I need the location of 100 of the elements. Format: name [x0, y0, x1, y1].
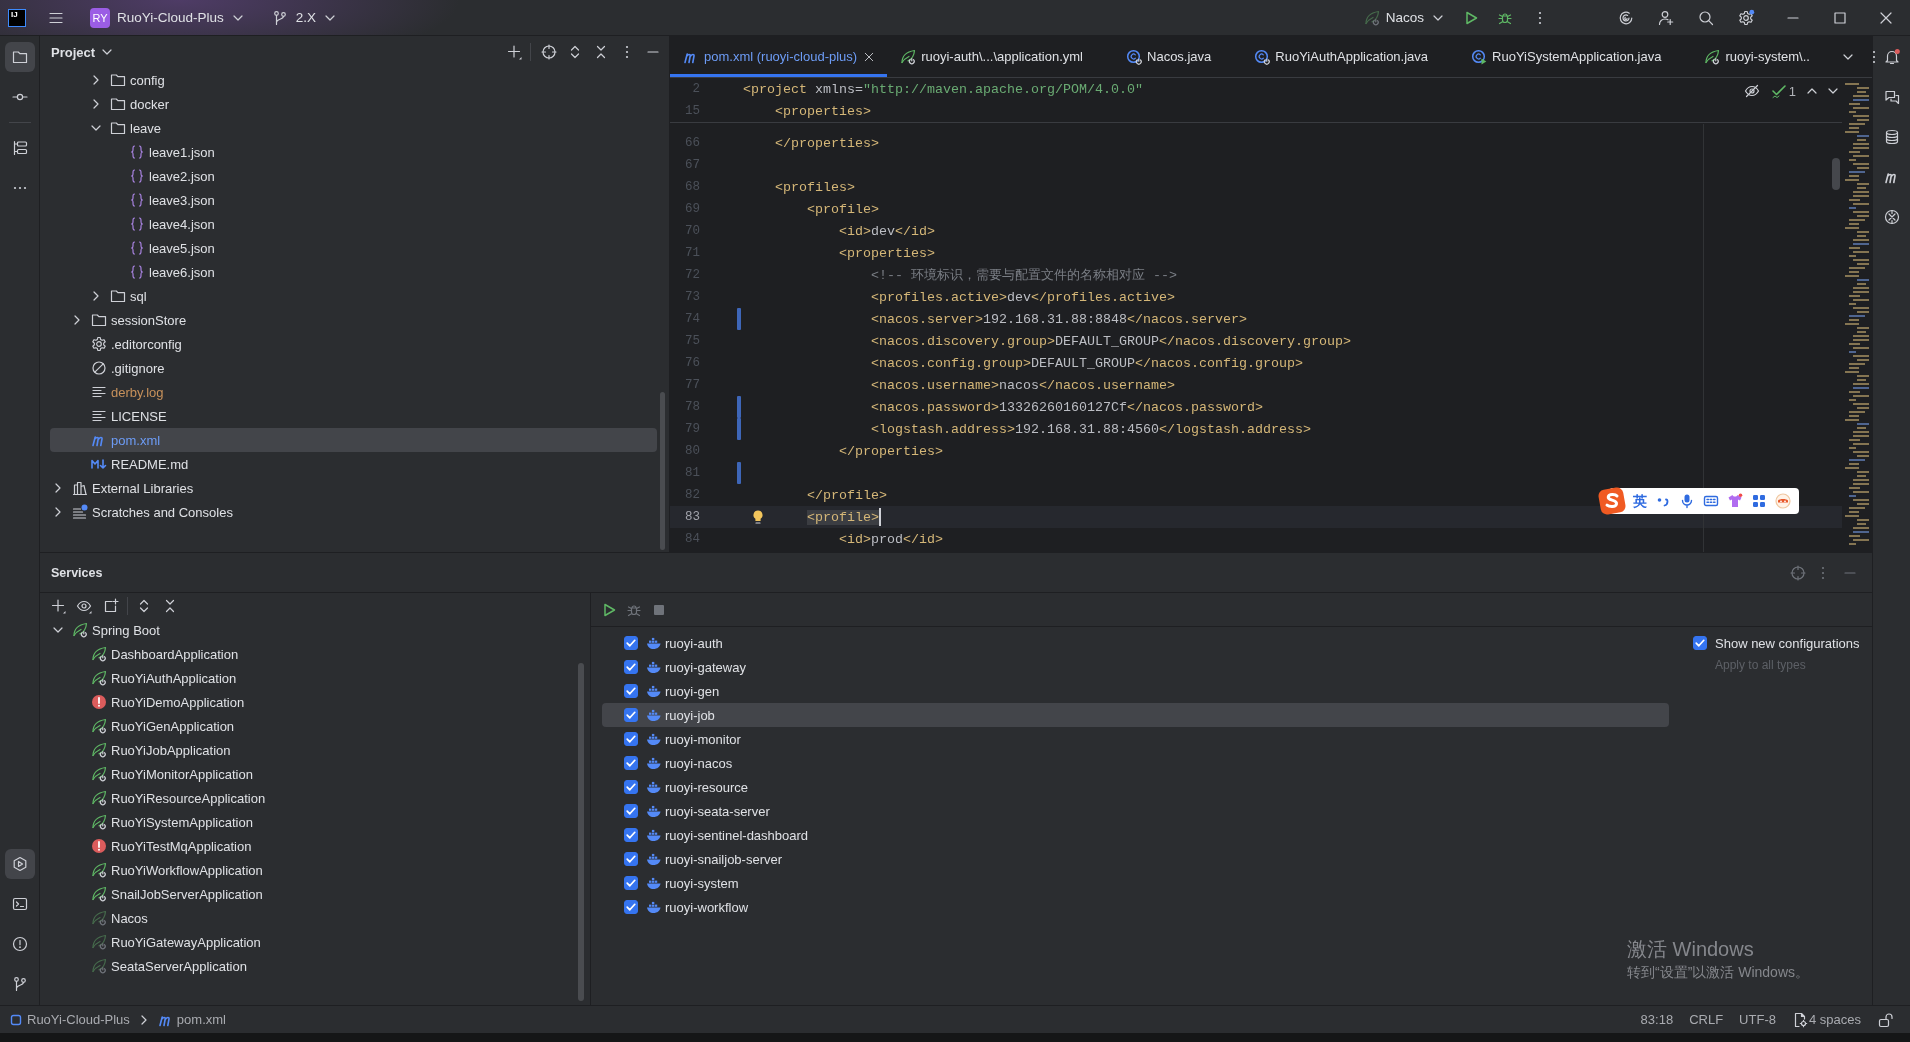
add-user-icon[interactable] [1658, 9, 1674, 26]
panel-title-dropdown[interactable]: Project [51, 44, 116, 60]
maximize-icon[interactable] [1832, 9, 1848, 26]
configuration-item[interactable]: ruoyi-resource [602, 775, 1669, 799]
shirt-icon[interactable] [1727, 493, 1743, 509]
tree-item[interactable]: RuoYiGatewayApplication [50, 930, 578, 954]
circle-x-icon[interactable] [1883, 209, 1900, 225]
checkbox[interactable] [624, 636, 638, 650]
close-icon[interactable] [863, 50, 876, 63]
tree-item[interactable]: LICENSE [50, 404, 657, 428]
file-encoding[interactable]: UTF-8 [1739, 1012, 1776, 1027]
configuration-item[interactable]: ruoyi-auth [602, 631, 1669, 655]
tree-item[interactable]: sql [50, 284, 657, 308]
tree-item[interactable]: Scratches and Consoles [50, 500, 657, 524]
tree-item[interactable]: SnailJobServerApplication [50, 882, 578, 906]
chat-icon[interactable] [1883, 89, 1900, 105]
configuration-item[interactable]: ruoyi-gateway [602, 655, 1669, 679]
checkbox[interactable] [624, 756, 638, 770]
keyboard-icon[interactable] [1703, 493, 1719, 509]
editor-tab[interactable]: RuoYiSystemApplication.java [1458, 36, 1692, 77]
run-configuration-selector[interactable]: Nacos [1363, 9, 1446, 26]
breadcrumb[interactable]: pom.xml [157, 1011, 226, 1028]
checkbox[interactable] [624, 828, 638, 842]
tree-item[interactable]: leave1.json [50, 140, 657, 164]
tree-item[interactable]: RuoYiDemoApplication [50, 690, 578, 714]
configuration-item[interactable]: ruoyi-snailjob-server [602, 847, 1669, 871]
change-marker[interactable] [737, 418, 741, 440]
change-marker[interactable] [737, 308, 741, 330]
plus-icon[interactable] [506, 44, 522, 60]
tree-item[interactable]: SeataServerApplication [50, 954, 578, 978]
configuration-item[interactable]: ruoyi-nacos [602, 751, 1669, 775]
tree-item[interactable]: README.md [50, 452, 657, 476]
microphone-icon[interactable] [1679, 493, 1695, 509]
folder-icon[interactable] [11, 49, 28, 65]
inspection-widget[interactable]: 1 [1770, 83, 1796, 99]
tree-item[interactable]: RuoYiSystemApplication [50, 810, 578, 834]
checkbox[interactable] [624, 876, 638, 890]
structure-icon[interactable] [11, 140, 28, 156]
problems-icon[interactable] [11, 936, 28, 952]
configuration-item[interactable]: ruoyi-seata-server [602, 799, 1669, 823]
grid-icon[interactable] [1751, 493, 1767, 509]
checkbox[interactable] [624, 852, 638, 866]
checkbox-label[interactable]: Show new configurations [1715, 635, 1860, 651]
new-tab-icon[interactable] [103, 597, 119, 614]
spiral-icon[interactable] [1618, 9, 1634, 26]
search-icon[interactable] [1698, 9, 1714, 26]
checkbox[interactable] [624, 804, 638, 818]
tree-item[interactable]: leave [50, 116, 657, 140]
tool-window-button[interactable] [4, 849, 35, 879]
settings-icon[interactable] [1738, 9, 1754, 26]
tree-item[interactable]: RuoYiGenApplication [50, 714, 578, 738]
tree-item[interactable]: External Libraries [50, 476, 657, 500]
crossed-eye-icon[interactable] [1743, 83, 1760, 99]
mascot-icon[interactable] [1775, 493, 1791, 509]
branch-selector[interactable]: 2.X [271, 9, 339, 26]
tree-item[interactable]: RuoYiResourceApplication [50, 786, 578, 810]
change-marker[interactable] [737, 462, 741, 484]
bulb-icon[interactable] [750, 509, 766, 525]
caret-position[interactable]: 83:18 [1640, 1012, 1674, 1027]
checkbox[interactable] [624, 660, 638, 674]
input-mode-toggle[interactable]: 英 [1633, 493, 1647, 509]
breadcrumb[interactable]: RuoYi-Cloud-Plus [8, 1011, 130, 1028]
tree-item[interactable]: leave2.json [50, 164, 657, 188]
editor-tab[interactable]: pom.xml (ruoyi-cloud-plus) [670, 36, 888, 77]
play-icon[interactable] [601, 601, 617, 618]
plus-icon[interactable] [50, 597, 66, 614]
play-icon[interactable] [1463, 9, 1479, 26]
tree-item[interactable]: Spring Boot [50, 618, 578, 642]
configuration-item[interactable]: ruoyi-system [602, 871, 1669, 895]
indent-setting[interactable]: 4 spaces [1791, 1011, 1861, 1028]
project-switcher[interactable]: RY RuoYi-Cloud-Plus [90, 7, 246, 28]
tree-item[interactable]: leave5.json [50, 236, 657, 260]
checkbox[interactable] [624, 900, 638, 914]
checkbox[interactable] [624, 684, 638, 698]
tree-item[interactable]: leave6.json [50, 260, 657, 284]
database-icon[interactable] [1883, 129, 1900, 145]
editor-tab[interactable]: RuoYiAuthApplication.java [1241, 36, 1459, 77]
tree-item[interactable]: leave4.json [50, 212, 657, 236]
checkbox[interactable] [624, 708, 638, 722]
checkbox[interactable] [624, 780, 638, 794]
git-branch-icon[interactable] [11, 976, 28, 992]
tree-item[interactable]: leave3.json [50, 188, 657, 212]
tool-window-button[interactable] [4, 42, 35, 72]
editor-tab[interactable]: ruoyi-auth\...\application.yml [887, 36, 1113, 77]
line-separator[interactable]: CRLF [1689, 1012, 1724, 1027]
tree-item[interactable]: .editorconfig [50, 332, 657, 356]
scrollbar-thumb[interactable] [578, 663, 584, 1001]
tree-item[interactable]: Nacos [50, 906, 578, 930]
configuration-item[interactable]: ruoyi-workflow [602, 895, 1669, 919]
unlocked-lock-icon[interactable] [1878, 1011, 1894, 1028]
scrollbar-thumb[interactable] [1832, 158, 1840, 190]
terminal-icon[interactable] [11, 896, 28, 912]
tree-item[interactable]: RuoYiAuthApplication [50, 666, 578, 690]
tree-item[interactable]: derby.log [50, 380, 657, 404]
tree-item[interactable]: DashboardApplication [50, 642, 578, 666]
scrollbar-thumb[interactable] [660, 392, 665, 550]
tree-item[interactable]: sessionStore [50, 308, 657, 332]
services-icon[interactable] [11, 856, 28, 872]
tree-item[interactable]: .gitignore [50, 356, 657, 380]
tree-item[interactable]: RuoYiJobApplication [50, 738, 578, 762]
